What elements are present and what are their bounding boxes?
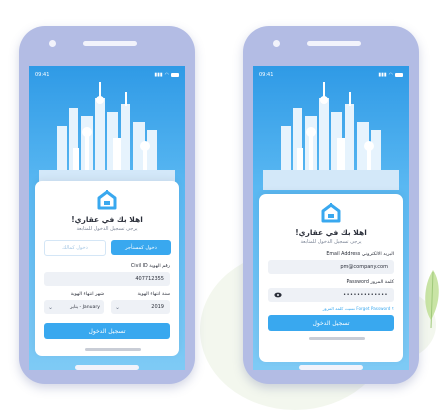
leaf-decoration-icon (425, 270, 439, 329)
email-label: البريد الالكتروني Email Address (326, 252, 394, 257)
civil-id-value: 407712355 (135, 276, 164, 282)
tab-owner-login[interactable]: دخول كمالك (44, 240, 106, 256)
city-skyline-illustration (39, 82, 175, 190)
expiry-year-select[interactable]: ⌄ 2019 (111, 300, 170, 314)
phone-bottom-bar (75, 365, 139, 370)
battery-icon (395, 73, 403, 77)
phone-frame-right: 09:41 ▮▮▮ ◠ اهلا بك في عقاري! يرجى تسجيل… (243, 26, 419, 384)
welcome-subtitle: يرجى تسجيل الدخول للمتابعة (76, 226, 138, 232)
phone-screen-left: 09:41 ▮▮▮ ◠ اهلا بك في عقاري! يرجى تسجيل… (29, 66, 185, 370)
civil-id-label: رقم الهوية Civil ID (130, 264, 170, 269)
home-indicator (309, 337, 365, 340)
speaker-grille (307, 41, 361, 46)
forgot-password-link[interactable]: نسيت كلمة المرور Forget Password ؟ (323, 306, 394, 311)
expiry-year-value: 2019 (151, 304, 164, 310)
email-input[interactable]: pm@company.com (268, 260, 394, 274)
chevron-down-icon: ⌄ (48, 303, 54, 311)
password-input[interactable]: ••••••••••••• (268, 288, 394, 302)
expiry-month-value: يناير - January (70, 304, 100, 310)
phone-frame-left: 09:41 ▮▮▮ ◠ اهلا بك في عقاري! يرجى تسجيل… (19, 26, 195, 384)
expiry-month-label: شهر انتهاء الهوية (70, 292, 104, 297)
welcome-title: اهلا بك في عقاري! (295, 228, 367, 237)
phone-bottom-bar (299, 365, 363, 370)
expiry-month-select[interactable]: ⌄ يناير - January (44, 300, 104, 314)
tab-tenant-login[interactable]: دخول كمستأجر (111, 240, 171, 255)
home-indicator (85, 348, 141, 351)
speaker-grille (83, 41, 137, 46)
eye-icon[interactable] (274, 292, 282, 298)
camera-icon (273, 40, 280, 47)
email-value: pm@company.com (340, 264, 388, 270)
battery-icon (171, 73, 179, 77)
password-label: كلمة المرور Password (346, 280, 394, 285)
password-value: ••••••••••••• (343, 292, 388, 298)
phone-screen-right: 09:41 ▮▮▮ ◠ اهلا بك في عقاري! يرجى تسجيل… (253, 66, 409, 370)
city-skyline-illustration (263, 82, 399, 190)
house-logo-icon (321, 203, 341, 223)
welcome-subtitle: يرجى تسجيل الدخول للمتابعة (300, 239, 362, 245)
civil-id-input[interactable]: 407712355 (44, 272, 170, 286)
login-button[interactable]: تسجيل الدخول (268, 315, 394, 331)
login-card: اهلا بك في عقاري! يرجى تسجيل الدخول للمت… (259, 194, 403, 362)
login-button[interactable]: تسجيل الدخول (44, 323, 170, 339)
login-card: اهلا بك في عقاري! يرجى تسجيل الدخول للمت… (35, 181, 179, 356)
expiry-year-label: سنة انتهاء الهوية (137, 292, 170, 297)
chevron-down-icon: ⌄ (115, 303, 121, 311)
house-logo-icon (97, 190, 117, 210)
camera-icon (49, 40, 56, 47)
welcome-title: اهلا بك في عقاري! (71, 215, 143, 224)
